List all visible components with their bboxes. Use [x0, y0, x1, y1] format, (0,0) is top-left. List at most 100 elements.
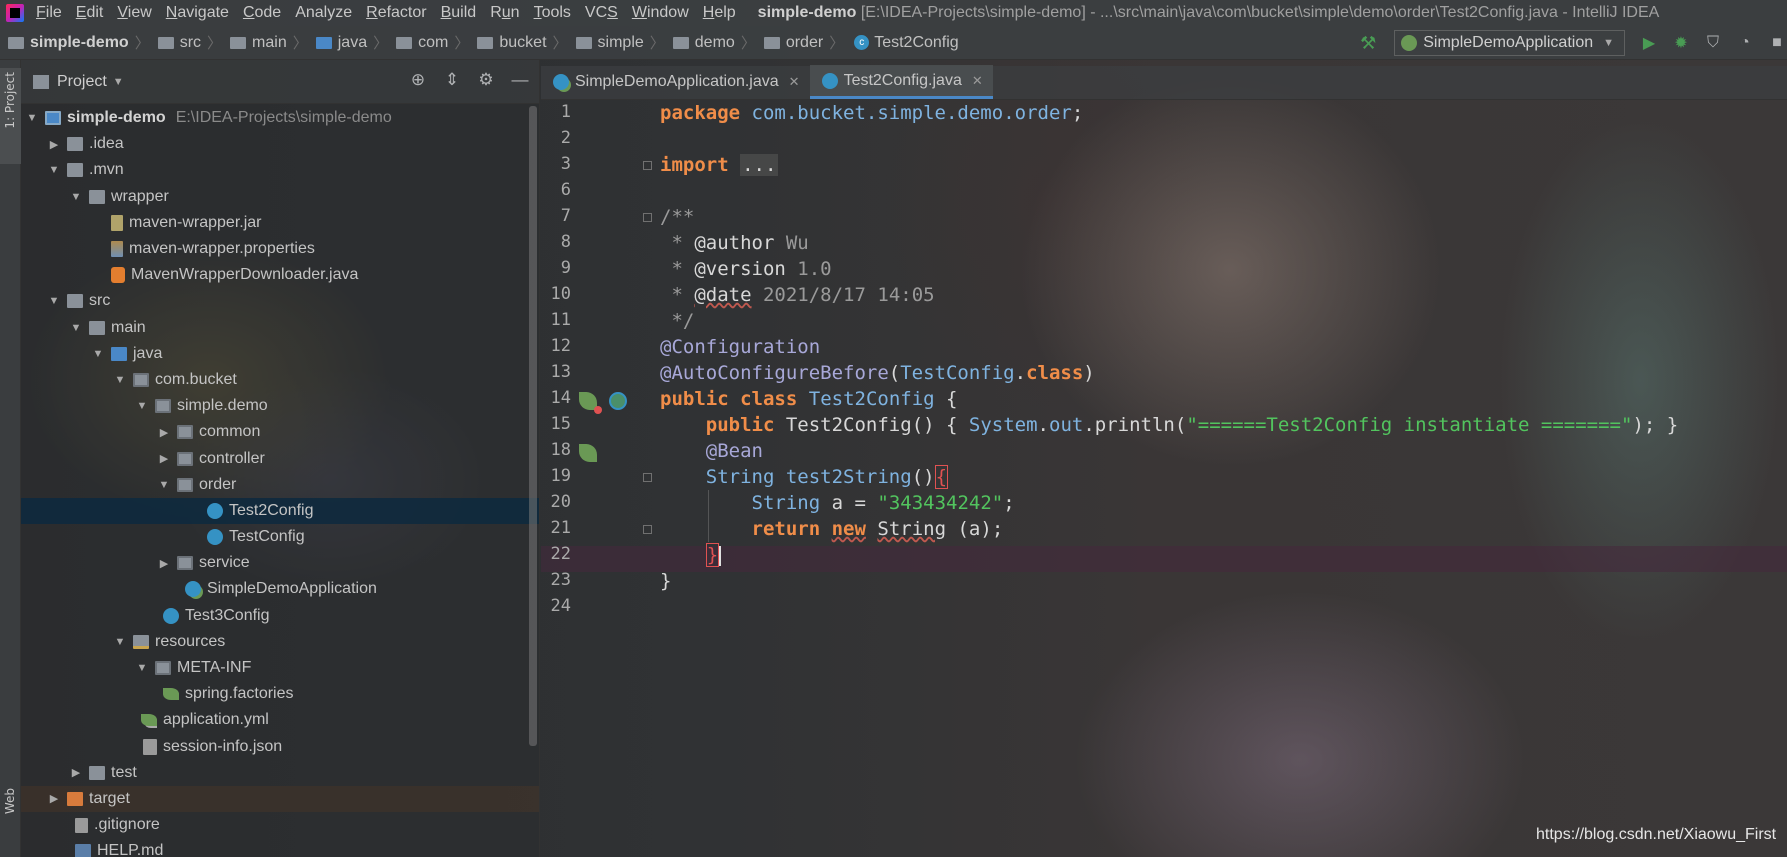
menu-vcs[interactable]: VCS [585, 4, 618, 22]
class-icon: c [854, 35, 870, 50]
fold-method-icon[interactable] [643, 525, 652, 534]
tree-item-service[interactable]: ▶ service [21, 550, 539, 576]
tree-item-controller[interactable]: ▶ controller [21, 445, 539, 471]
tree-item-maven-wrapper-jar[interactable]: maven-wrapper.jar [21, 210, 539, 236]
breadcrumb-label: order [785, 33, 824, 51]
menu-analyze[interactable]: Analyze [295, 4, 352, 22]
collapsed-arrow-icon[interactable]: ▶ [157, 426, 171, 439]
tree-item-testconfig[interactable]: TestConfig [21, 524, 539, 550]
tree-item-test3config[interactable]: Test3Config [21, 603, 539, 629]
tree-item-maven-wrapper-properties[interactable]: maven-wrapper.properties [21, 236, 539, 262]
profiler-icon[interactable]: ◔ [1735, 34, 1755, 52]
breadcrumb-java[interactable]: java 〉 [308, 32, 388, 53]
collapsed-arrow-icon[interactable]: ▶ [157, 452, 171, 465]
tree-item-maven-wrapper-downloader[interactable]: MavenWrapperDownloader.java [21, 262, 539, 288]
expanded-arrow-icon[interactable]: ▼ [135, 662, 149, 674]
menu-edit[interactable]: Edit [76, 4, 104, 22]
collapse-all-icon[interactable]: ⇕ [441, 70, 463, 90]
breadcrumb-order[interactable]: order 〉 [756, 32, 844, 53]
expanded-arrow-icon[interactable]: ▼ [113, 636, 127, 648]
expanded-arrow-icon[interactable]: ▼ [25, 112, 39, 124]
expanded-arrow-icon[interactable]: ▼ [135, 400, 149, 412]
tab-test2config[interactable]: Test2Config.java ✕ [809, 65, 993, 99]
breadcrumb-project[interactable]: simple-demo 〉 [0, 32, 150, 53]
tree-item-wrapper[interactable]: ▼ wrapper [21, 184, 539, 210]
breadcrumb-main[interactable]: main 〉 [222, 32, 308, 53]
menu-help[interactable]: Help [703, 4, 736, 22]
project-tool-tab[interactable]: 1: Project [0, 68, 21, 164]
tree-item-mvn[interactable]: ▼ .mvn [21, 157, 539, 183]
tree-item-java[interactable]: ▼ java [21, 341, 539, 367]
expanded-arrow-icon[interactable]: ▼ [69, 191, 83, 203]
tab-simpledemoapplication[interactable]: SimpleDemoApplication.java ✕ [541, 65, 810, 99]
menu-navigate[interactable]: Navigate [166, 4, 229, 22]
tree-item-resources[interactable]: ▼ resources [21, 629, 539, 655]
spring-bean-gutter-icon[interactable] [579, 392, 602, 414]
menu-code[interactable]: Code [243, 4, 281, 22]
tree-item-session-info-json[interactable]: session-info.json [21, 734, 539, 760]
project-tree-scrollbar[interactable] [529, 106, 537, 746]
run-configuration-select[interactable]: SimpleDemoApplication ▼ [1394, 30, 1625, 56]
fold-import-icon[interactable] [643, 161, 652, 170]
tree-item-application-yml[interactable]: application.yml [21, 707, 539, 733]
tree-item-simpledemoapplication[interactable]: SimpleDemoApplication [21, 576, 539, 602]
breadcrumb-demo[interactable]: demo 〉 [665, 32, 756, 53]
tree-item-test[interactable]: ▶ test [21, 760, 539, 786]
build-hammer-icon[interactable]: ⚒ [1360, 33, 1376, 54]
tree-item-src[interactable]: ▼ src [21, 288, 539, 314]
tree-item-order[interactable]: ▼ order [21, 472, 539, 498]
tree-item-help-md[interactable]: HELP.md [21, 838, 539, 857]
menu-run[interactable]: Run [490, 4, 519, 22]
menu-view[interactable]: View [117, 4, 151, 22]
collapsed-arrow-icon[interactable]: ▶ [47, 792, 61, 805]
breadcrumb-test2config[interactable]: c Test2Config [844, 34, 959, 52]
breadcrumb-simple[interactable]: simple 〉 [568, 32, 665, 53]
fold-method-icon[interactable] [643, 473, 652, 482]
tree-item-main[interactable]: ▼ main [21, 315, 539, 341]
stop-icon[interactable]: ■ [1767, 34, 1787, 52]
fold-comment-icon[interactable] [643, 213, 652, 222]
debug-bug-icon[interactable]: ✹ [1671, 33, 1691, 53]
code-editor[interactable]: package com.bucket.simple.demo.order; im… [660, 100, 1787, 857]
chevron-down-icon[interactable]: ▼ [113, 76, 124, 88]
tree-item-target[interactable]: ▶ target [21, 785, 539, 813]
locate-target-icon[interactable]: ⊕ [407, 70, 429, 90]
menu-window[interactable]: Window [632, 4, 689, 22]
tree-item-idea[interactable]: ▶ .idea [21, 131, 539, 157]
breadcrumb-com[interactable]: com 〉 [388, 32, 469, 53]
gear-icon[interactable]: ⚙ [475, 70, 497, 90]
run-icon[interactable]: ▶ [1639, 33, 1659, 53]
collapsed-arrow-icon[interactable]: ▶ [47, 138, 61, 151]
menu-build[interactable]: Build [441, 4, 477, 22]
collapsed-arrow-icon[interactable]: ▶ [157, 557, 171, 570]
spring-bean-method-gutter-icon[interactable] [579, 444, 597, 462]
tree-item-common[interactable]: ▶ common [21, 419, 539, 445]
collapsed-arrow-icon[interactable]: ▶ [69, 766, 83, 779]
expanded-arrow-icon[interactable]: ▼ [47, 164, 61, 176]
close-icon[interactable]: ✕ [789, 74, 800, 90]
tree-item-test2config[interactable]: Test2Config [21, 497, 539, 524]
expanded-arrow-icon[interactable]: ▼ [69, 322, 83, 334]
expanded-arrow-icon[interactable]: ▼ [157, 479, 171, 491]
folded-imports[interactable]: ... [740, 154, 779, 176]
tree-item-meta-inf[interactable]: ▼ META-INF [21, 655, 539, 681]
tree-item-gitignore[interactable]: .gitignore [21, 812, 539, 838]
project-panel-title[interactable]: Project [57, 73, 107, 91]
menu-refactor[interactable]: Refactor [366, 4, 426, 22]
expanded-arrow-icon[interactable]: ▼ [91, 348, 105, 360]
breadcrumb-bucket[interactable]: bucket 〉 [469, 32, 568, 53]
web-tool-tab[interactable]: Web [3, 788, 17, 814]
tree-item-simple-demo[interactable]: ▼ simple-demo E:\IDEA-Projects\simple-demo [21, 105, 539, 131]
hide-minus-icon[interactable]: — [509, 70, 531, 90]
menu-tools[interactable]: Tools [534, 4, 571, 22]
menu-file[interactable]: File [36, 4, 62, 22]
tree-item-spring-factories[interactable]: spring.factories [21, 681, 539, 707]
expanded-arrow-icon[interactable]: ▼ [113, 374, 127, 386]
expanded-arrow-icon[interactable]: ▼ [47, 295, 61, 307]
tree-item-simple-demo-pkg[interactable]: ▼ simple.demo [21, 393, 539, 419]
close-icon[interactable]: ✕ [972, 73, 983, 89]
coverage-shield-icon[interactable]: ⛉ [1703, 34, 1723, 52]
breadcrumb-src[interactable]: src 〉 [150, 32, 222, 53]
spring-navigate-gutter-icon[interactable] [609, 392, 627, 410]
tree-item-com-bucket[interactable]: ▼ com.bucket [21, 367, 539, 393]
